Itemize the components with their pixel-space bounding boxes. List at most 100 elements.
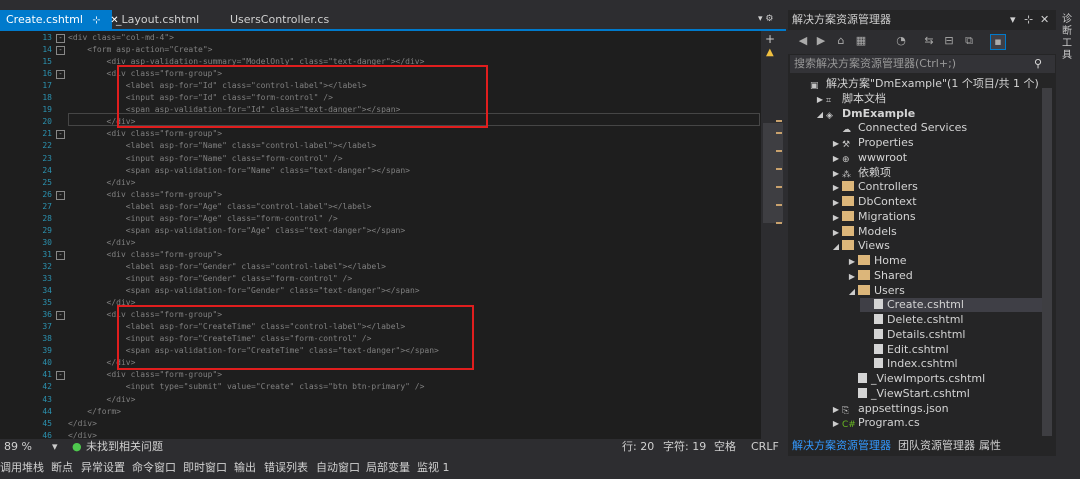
tree-item-index-cshtml[interactable]: Index.cshtml: [862, 357, 958, 371]
zoom-level[interactable]: 89 %: [4, 439, 32, 455]
chevron-right-icon[interactable]: ▶: [830, 226, 842, 240]
code-line[interactable]: 24 <span asp-validation-for="Name" class…: [0, 165, 761, 177]
tree-item-properties[interactable]: ▶ ⚒ Properties: [830, 136, 914, 150]
collapse-all-icon[interactable]: ⊟: [942, 34, 956, 48]
fold-toggle-icon[interactable]: -: [56, 70, 65, 80]
tree-item-appsettings-json[interactable]: ▶ ⎘ appsettings.json: [830, 402, 949, 416]
tree-item-views[interactable]: ◢ Views: [830, 239, 890, 253]
chevron-right-icon[interactable]: ▶: [830, 417, 842, 431]
tab-exception-settings[interactable]: 异常设置: [81, 457, 125, 479]
code-line[interactable]: 30 </div>: [0, 237, 761, 249]
fold-toggle-icon[interactable]: -: [56, 190, 65, 200]
fold-toggle-icon[interactable]: -: [56, 34, 65, 43]
tree-item-users[interactable]: ◢ Users: [846, 284, 905, 298]
chevron-right-icon[interactable]: ▶: [830, 137, 842, 151]
split-icon[interactable]: +: [765, 32, 775, 46]
tree-item-edit-cshtml[interactable]: Edit.cshtml: [862, 343, 949, 357]
fold-toggle-icon[interactable]: -: [56, 130, 65, 140]
tab-watch-1[interactable]: 监视 1: [417, 457, 450, 479]
whitespace-indicator[interactable]: 空格: [714, 439, 736, 455]
search-icon[interactable]: ⚲: [1034, 55, 1042, 73]
tab-overflow-dropdown-icon[interactable]: ▾ ⚙: [752, 10, 779, 29]
tree-item-dmexample-1-1[interactable]: ▣ 解决方案"DmExample"(1 个项目/共 1 个): [798, 77, 1039, 91]
tab-autos[interactable]: 自动窗口: [316, 457, 360, 479]
tab-locals[interactable]: 局部变量: [366, 457, 410, 479]
show-all-files-icon[interactable]: ⧉: [962, 34, 976, 48]
code-line[interactable]: 32 <label asp-for="Gender" class="contro…: [0, 261, 761, 273]
tab-properties[interactable]: 属性: [979, 437, 1001, 455]
fold-toggle-icon[interactable]: -: [56, 371, 65, 381]
fold-toggle-icon[interactable]: -: [56, 46, 65, 56]
tree-item-home[interactable]: ▶ Home: [846, 254, 907, 269]
tree-item-models[interactable]: ▶ Models: [830, 225, 897, 239]
panel-menu-icon[interactable]: ▾: [1010, 10, 1016, 30]
eol-indicator[interactable]: CRLF: [751, 439, 779, 455]
code-line[interactable]: 46 </div>: [0, 430, 761, 439]
chevron-right-icon[interactable]: ▶: [830, 167, 842, 181]
diagnostics-tools-tab[interactable]: 诊断工具: [1062, 14, 1074, 62]
code-line[interactable]: 44 </form>: [0, 406, 761, 418]
zoom-dropdown-icon[interactable]: ▾: [52, 439, 58, 455]
tree-item-create-cshtml[interactable]: Create.cshtml: [860, 298, 1042, 313]
tab-output[interactable]: 输出: [234, 457, 256, 479]
code-line[interactable]: 43 </div>: [0, 394, 761, 406]
tree-item-dbcontext[interactable]: ▶ DbContext: [830, 195, 917, 209]
code-line[interactable]: 25 </div>: [0, 177, 761, 189]
tree-item-controllers[interactable]: ▶ Controllers: [830, 180, 918, 194]
chevron-right-icon[interactable]: ▶: [830, 403, 842, 417]
close-icon[interactable]: ✕: [1040, 10, 1049, 30]
tree-item-delete-cshtml[interactable]: Delete.cshtml: [862, 313, 963, 327]
code-line[interactable]: 13- <div class="col-md-4">: [0, 32, 761, 44]
pin-icon[interactable]: ⊹: [92, 11, 100, 30]
chevron-right-icon[interactable]: ▶: [830, 152, 842, 166]
code-editor[interactable]: 13- <div class="col-md-4"> 14- <form asp-a…: [0, 31, 761, 439]
tree-item-viewstart-cshtml[interactable]: _ViewStart.cshtml: [846, 387, 970, 401]
code-line[interactable]: 29 <span asp-validation-for="Age" class=…: [0, 225, 761, 237]
issues-status[interactable]: 未找到相关问题: [86, 439, 163, 455]
tree-item-[interactable]: ▶ ⁂ 依赖项: [830, 166, 891, 180]
diagnostics-side-strip[interactable]: 诊断工具: [1056, 10, 1080, 456]
tab-immediate-window[interactable]: 即时窗口: [183, 457, 227, 479]
home-icon[interactable]: ⌂: [834, 34, 848, 48]
code-line[interactable]: 14- <form asp-action="Create">: [0, 44, 761, 56]
tab-create-cshtml[interactable]: Create.cshtml ⊹ ✕: [0, 10, 119, 30]
chevron-down-icon[interactable]: ◢: [830, 240, 842, 254]
fold-toggle-icon[interactable]: -: [56, 311, 65, 321]
code-line[interactable]: 31- <div class="form-group">: [0, 249, 761, 261]
scroll-thumb[interactable]: [763, 123, 783, 223]
forward-icon[interactable]: ▶: [814, 34, 828, 48]
tree-item-connected-services[interactable]: ☁ Connected Services: [830, 121, 967, 135]
fold-toggle-icon[interactable]: -: [56, 250, 65, 260]
chevron-right-icon[interactable]: ▶: [846, 255, 858, 269]
code-line[interactable]: 45 </div>: [0, 418, 761, 430]
back-icon[interactable]: ◀: [796, 34, 810, 48]
code-line[interactable]: 22 <label asp-for="Name" class="control-…: [0, 140, 761, 152]
code-line[interactable]: 23 <input asp-for="Name" class="form-con…: [0, 153, 761, 165]
chevron-right-icon[interactable]: ▶: [814, 93, 826, 107]
tab-call-stack[interactable]: 调用堆栈: [0, 457, 44, 479]
tab-layout-cshtml[interactable]: _Layout.cshtml: [110, 10, 205, 29]
code-line[interactable]: 34 <span asp-validation-for="Gender" cla…: [0, 285, 761, 297]
code-line[interactable]: 33 <input asp-for="Gender" class="form-c…: [0, 273, 761, 285]
tree-item-details-cshtml[interactable]: Details.cshtml: [862, 328, 965, 342]
tree-item-wwwroot[interactable]: ▶ ⊕ wwwroot: [830, 151, 907, 165]
chevron-right-icon[interactable]: ▶: [830, 181, 842, 195]
chevron-right-icon[interactable]: ▶: [846, 270, 858, 284]
tree-item-dmexample[interactable]: ◢ ◈ DmExample: [814, 107, 915, 121]
tree-item-migrations[interactable]: ▶ Migrations: [830, 210, 916, 224]
switch-views-icon[interactable]: ▦: [854, 34, 868, 48]
tab-error-list[interactable]: 错误列表: [264, 457, 308, 479]
tab-users-controller[interactable]: UsersController.cs: [224, 10, 335, 29]
solution-search-box[interactable]: 搜索解决方案资源管理器(Ctrl+;) ⚲: [790, 55, 1055, 73]
code-line[interactable]: 28 <input asp-for="Age" class="form-cont…: [0, 213, 761, 225]
sync-icon[interactable]: ⇆: [922, 34, 936, 48]
chevron-right-icon[interactable]: ▶: [830, 211, 842, 225]
code-line[interactable]: 21- <div class="form-group">: [0, 128, 761, 140]
pin-icon[interactable]: ⊹: [1024, 10, 1033, 30]
tab-command-window[interactable]: 命令窗口: [132, 457, 176, 479]
chevron-down-icon[interactable]: ◢: [846, 285, 858, 299]
code-line[interactable]: 27 <label asp-for="Age" class="control-l…: [0, 201, 761, 213]
tab-breakpoints[interactable]: 断点: [51, 457, 73, 479]
tab-solution-explorer[interactable]: 解决方案资源管理器: [792, 437, 891, 455]
solution-explorer-scrollbar[interactable]: [1042, 88, 1052, 436]
